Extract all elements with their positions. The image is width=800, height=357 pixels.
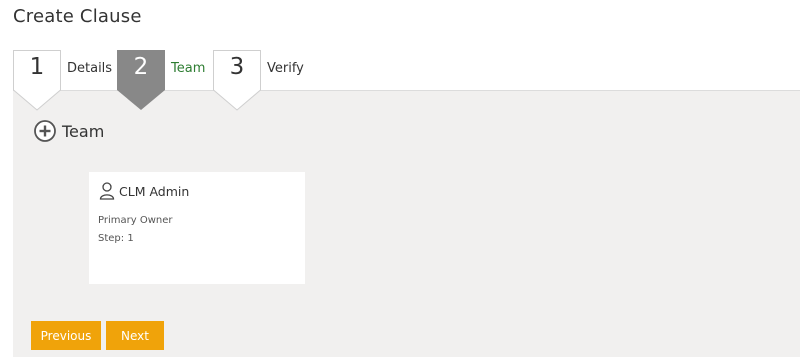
next-button[interactable]: Next xyxy=(106,321,164,350)
plus-circle-icon xyxy=(34,120,56,142)
step-number: 1 xyxy=(29,54,45,80)
member-step: Step: 1 xyxy=(98,233,134,244)
step-number: 2 xyxy=(133,54,149,80)
page-title: Create Clause xyxy=(13,6,142,27)
step-label-verify[interactable]: Verify xyxy=(267,61,304,76)
user-icon xyxy=(99,182,115,200)
member-role: Primary Owner xyxy=(98,215,173,226)
wizard-step-2-tip: 2 xyxy=(117,50,165,110)
step-label-team[interactable]: Team xyxy=(171,61,205,76)
member-name: CLM Admin xyxy=(119,183,190,199)
add-team-button[interactable]: Team xyxy=(34,120,104,142)
add-team-label: Team xyxy=(62,121,105,141)
wizard-step-3-tip: 3 xyxy=(213,50,261,111)
team-member-card[interactable]: CLM Admin Primary Owner Step: 1 xyxy=(89,172,305,284)
previous-button[interactable]: Previous xyxy=(31,321,101,350)
member-name-row: CLM Admin xyxy=(99,182,189,200)
wizard-step-1-tip: 1 xyxy=(13,50,61,111)
step-number: 3 xyxy=(229,54,245,80)
step-label-details[interactable]: Details xyxy=(67,61,112,76)
